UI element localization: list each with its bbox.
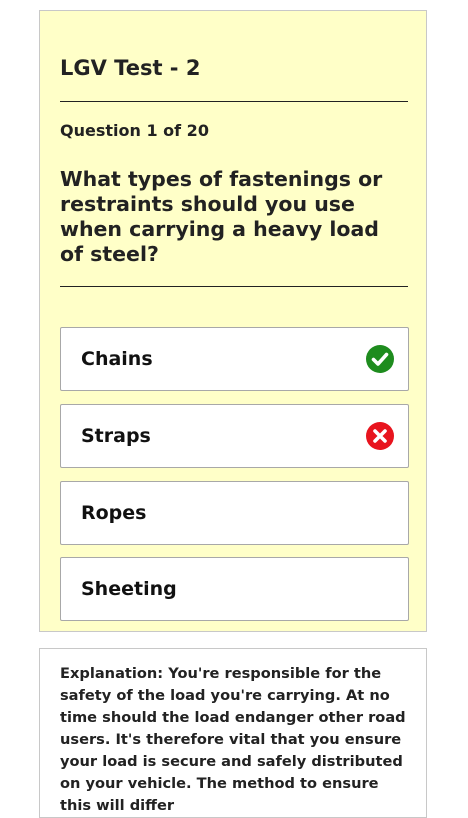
answer-option-label: Straps [81, 425, 151, 447]
answer-option-label: Sheeting [81, 578, 177, 600]
explanation-text: Explanation: You're responsible for the … [60, 665, 406, 814]
answer-option-sheeting[interactable]: Sheeting [60, 557, 409, 621]
answer-option-ropes[interactable]: Ropes [60, 481, 409, 545]
question-card: LGV Test - 2 Question 1 of 20 What types… [39, 10, 427, 632]
answer-option-label: Chains [81, 348, 153, 370]
answer-option-chains[interactable]: Chains [60, 327, 409, 391]
x-circle-icon [366, 422, 394, 450]
explanation-card: Explanation: You're responsible for the … [39, 648, 427, 818]
test-title: LGV Test - 2 [60, 56, 201, 80]
question-counter: Question 1 of 20 [60, 121, 209, 140]
question-divider [60, 286, 408, 287]
answer-option-label: Ropes [81, 502, 147, 524]
check-circle-icon [366, 345, 394, 373]
answer-option-straps[interactable]: Straps [60, 404, 409, 468]
title-divider [60, 101, 408, 102]
question-text: What types of fastenings or restraints s… [60, 167, 383, 266]
